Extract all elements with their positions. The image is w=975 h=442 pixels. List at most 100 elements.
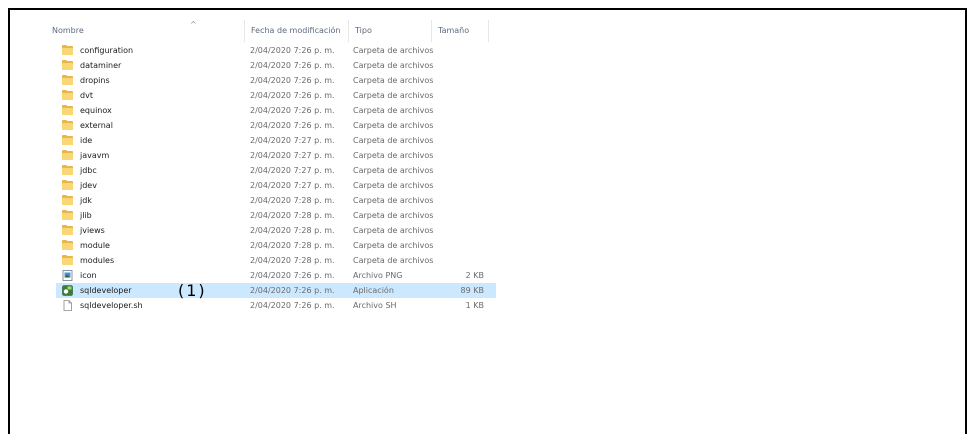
- folder-icon: [62, 90, 73, 100]
- file-name: dataminer: [80, 61, 122, 70]
- folder-icon: [62, 165, 73, 175]
- column-header-name[interactable]: Nombre ^: [46, 20, 244, 42]
- file-name: modules: [80, 256, 115, 265]
- file-name: jlib: [80, 211, 92, 220]
- document-icon: [62, 300, 73, 311]
- folder-icon: [62, 135, 73, 145]
- file-date-modified: 2/04/2020 7:26 p. m.: [250, 91, 335, 100]
- sort-ascending-icon: ^: [190, 20, 197, 29]
- file-size: 2 KB: [465, 271, 484, 280]
- file-type: Carpeta de archivos: [353, 106, 434, 115]
- file-date-modified: 2/04/2020 7:26 p. m.: [250, 61, 335, 70]
- file-row[interactable]: dropins 2/04/2020 7:26 p. m. Carpeta de ar…: [56, 73, 496, 88]
- annotation-label: (1): [178, 281, 207, 300]
- file-row[interactable]: equinox 2/04/2020 7:26 p. m. Carpeta de ar…: [56, 103, 496, 118]
- column-header-size[interactable]: Tamaño: [431, 20, 489, 42]
- file-name: dropins: [80, 76, 110, 85]
- file-name: external: [80, 121, 113, 130]
- file-row[interactable]: dvt 2/04/2020 7:26 p. m. Carpeta de archiv…: [56, 88, 496, 103]
- file-name: icon: [80, 271, 97, 280]
- file-date-modified: 2/04/2020 7:26 p. m.: [250, 46, 335, 55]
- file-row[interactable]: modules 2/04/2020 7:28 p. m. Carpeta de ar…: [56, 253, 496, 268]
- file-date-modified: 2/04/2020 7:28 p. m.: [250, 241, 335, 250]
- folder-icon: [62, 180, 73, 190]
- file-date-modified: 2/04/2020 7:27 p. m.: [250, 136, 335, 145]
- column-header-date-label: Fecha de modificación: [251, 26, 341, 35]
- column-header-type[interactable]: Tipo: [348, 20, 431, 42]
- file-date-modified: 2/04/2020 7:26 p. m.: [250, 301, 335, 310]
- file-date-modified: 2/04/2020 7:26 p. m.: [250, 121, 335, 130]
- file-name: jdev: [80, 181, 97, 190]
- folder-icon: [62, 240, 73, 250]
- file-row[interactable]: javavm 2/04/2020 7:27 p. m. Carpeta de arc…: [56, 148, 496, 163]
- file-name: configuration: [80, 46, 134, 55]
- file-row[interactable]: sqldeveloper 2/04/2020 7:26 p. m. Aplicaci…: [56, 283, 496, 298]
- file-row[interactable]: jdev 2/04/2020 7:27 p. m. Carpeta de archi…: [56, 178, 496, 193]
- file-date-modified: 2/04/2020 7:26 p. m.: [250, 271, 335, 280]
- file-size: 1 KB: [465, 301, 484, 310]
- file-row[interactable]: jdk 2/04/2020 7:28 p. m. Carpeta de archiv…: [56, 193, 496, 208]
- file-date-modified: 2/04/2020 7:28 p. m.: [250, 196, 335, 205]
- folder-icon: [62, 210, 73, 220]
- file-row[interactable]: module 2/04/2020 7:28 p. m. Carpeta de arc…: [56, 238, 496, 253]
- file-type: Carpeta de archivos: [353, 226, 434, 235]
- file-row[interactable]: jviews 2/04/2020 7:28 p. m. Carpeta de arc…: [56, 223, 496, 238]
- file-name: javavm: [80, 151, 110, 160]
- file-name: sqldeveloper: [80, 286, 132, 295]
- folder-icon: [62, 120, 73, 130]
- file-row[interactable]: dataminer 2/04/2020 7:26 p. m. Carpeta de …: [56, 58, 496, 73]
- file-row[interactable]: sqldeveloper.sh 2/04/2020 7:26 p. m. Archi…: [56, 298, 496, 313]
- file-name: jdbc: [80, 166, 97, 175]
- file-list: configuration 2/04/2020 7:26 p. m. Carpeta…: [56, 43, 496, 313]
- file-row[interactable]: jdbc 2/04/2020 7:27 p. m. Carpeta de archi…: [56, 163, 496, 178]
- folder-icon: [62, 60, 73, 70]
- folder-icon: [62, 150, 73, 160]
- file-type: Carpeta de archivos: [353, 151, 434, 160]
- folder-icon: [62, 45, 73, 55]
- file-type: Archivo SH: [353, 301, 397, 310]
- file-date-modified: 2/04/2020 7:26 p. m.: [250, 106, 335, 115]
- file-name: dvt: [80, 91, 93, 100]
- file-type: Carpeta de archivos: [353, 136, 434, 145]
- file-type: Carpeta de archivos: [353, 46, 434, 55]
- folder-icon: [62, 225, 73, 235]
- file-type: Carpeta de archivos: [353, 181, 434, 190]
- file-name: ide: [80, 136, 93, 145]
- file-name: module: [80, 241, 110, 250]
- file-type: Carpeta de archivos: [353, 211, 434, 220]
- png-image-icon: [62, 270, 73, 281]
- file-row[interactable]: icon 2/04/2020 7:26 p. m. Archivo PNG 2 KB: [56, 268, 496, 283]
- file-date-modified: 2/04/2020 7:28 p. m.: [250, 226, 335, 235]
- file-row[interactable]: ide 2/04/2020 7:27 p. m. Carpeta de archiv…: [56, 133, 496, 148]
- file-date-modified: 2/04/2020 7:28 p. m.: [250, 256, 335, 265]
- column-header-date[interactable]: Fecha de modificación: [244, 20, 348, 42]
- file-date-modified: 2/04/2020 7:26 p. m.: [250, 286, 335, 295]
- file-type: Archivo PNG: [353, 271, 403, 280]
- folder-icon: [62, 105, 73, 115]
- file-name: equinox: [80, 106, 112, 115]
- file-name: jviews: [80, 226, 105, 235]
- file-type: Carpeta de archivos: [353, 61, 434, 70]
- folder-icon: [62, 255, 73, 265]
- file-type: Carpeta de archivos: [353, 76, 434, 85]
- folder-icon: [62, 195, 73, 205]
- column-header-name-label: Nombre: [52, 26, 84, 35]
- file-date-modified: 2/04/2020 7:27 p. m.: [250, 166, 335, 175]
- file-name: sqldeveloper.sh: [80, 301, 143, 310]
- file-name: jdk: [80, 196, 92, 205]
- file-date-modified: 2/04/2020 7:28 p. m.: [250, 211, 335, 220]
- file-date-modified: 2/04/2020 7:27 p. m.: [250, 181, 335, 190]
- file-row[interactable]: external 2/04/2020 7:26 p. m. Carpeta de a…: [56, 118, 496, 133]
- file-date-modified: 2/04/2020 7:27 p. m.: [250, 151, 335, 160]
- file-row[interactable]: jlib 2/04/2020 7:28 p. m. Carpeta de archi…: [56, 208, 496, 223]
- folder-icon: [62, 75, 73, 85]
- column-header-size-label: Tamaño: [438, 26, 470, 35]
- file-type: Carpeta de archivos: [353, 196, 434, 205]
- column-header-type-label: Tipo: [355, 26, 372, 35]
- file-type: Carpeta de archivos: [353, 256, 434, 265]
- file-row[interactable]: configuration 2/04/2020 7:26 p. m. Carpeta…: [56, 43, 496, 58]
- column-header-bar: Nombre ^ Fecha de modificación Tipo Tama…: [46, 20, 556, 42]
- file-date-modified: 2/04/2020 7:26 p. m.: [250, 76, 335, 85]
- file-type: Carpeta de archivos: [353, 91, 434, 100]
- file-type: Carpeta de archivos: [353, 166, 434, 175]
